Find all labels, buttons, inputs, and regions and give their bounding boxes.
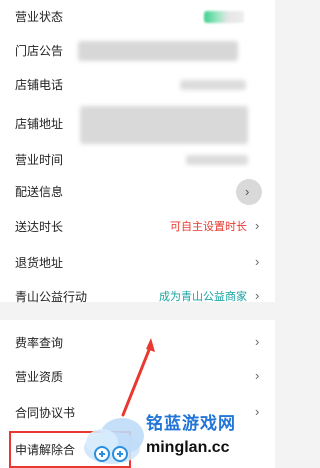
- pointer-arrow-icon: [121, 338, 155, 417]
- watermark-domain: minglan.cc: [146, 439, 230, 456]
- watermark-title: 铭蓝游戏网: [146, 414, 236, 433]
